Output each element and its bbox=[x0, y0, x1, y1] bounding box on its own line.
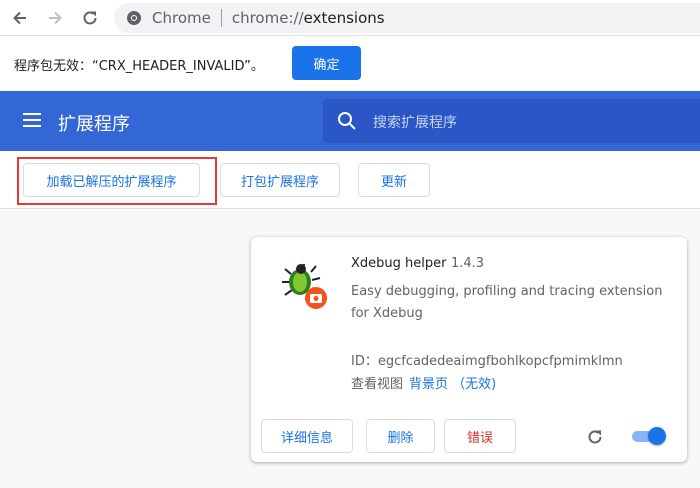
extensions-header: 扩展程序 搜索扩展程序 bbox=[0, 91, 700, 151]
back-arrow-icon bbox=[13, 11, 26, 25]
forward-arrow-icon bbox=[49, 11, 62, 25]
pack-extension-button[interactable]: 打包扩展程序 bbox=[220, 163, 340, 197]
highlight-box bbox=[17, 157, 217, 205]
url-host: extensions bbox=[303, 9, 385, 27]
reload-icon bbox=[83, 11, 97, 25]
url-scheme: chrome:// bbox=[231, 9, 304, 27]
error-message: 程序包无效：“CRX_HEADER_INVALID”。 bbox=[14, 59, 264, 74]
views-label: 查看视图 bbox=[351, 377, 404, 392]
address-separator bbox=[220, 9, 222, 27]
errors-button[interactable]: 错误 bbox=[444, 419, 516, 453]
search-placeholder: 搜索扩展程序 bbox=[373, 115, 457, 131]
extension-version: 1.4.3 bbox=[451, 256, 485, 271]
background-page-link[interactable]: 背景页 （无效) bbox=[409, 377, 496, 392]
extension-name: Xdebug helper bbox=[351, 256, 447, 271]
reload-button[interactable] bbox=[78, 6, 102, 30]
menu-icon[interactable] bbox=[23, 112, 43, 128]
search-icon bbox=[338, 112, 356, 130]
search-input[interactable]: 搜索扩展程序 bbox=[323, 99, 700, 143]
site-name: Chrome bbox=[152, 9, 211, 27]
enable-toggle[interactable] bbox=[630, 427, 666, 445]
remove-button[interactable]: 删除 bbox=[366, 419, 435, 453]
forward-button[interactable] bbox=[43, 6, 67, 30]
extension-views: 查看视图 背景页 （无效) bbox=[351, 373, 496, 392]
chrome-icon bbox=[127, 11, 141, 25]
back-button[interactable] bbox=[8, 6, 32, 30]
address-bar[interactable]: Chrome chrome://extensions bbox=[114, 3, 700, 33]
toggle-knob bbox=[648, 427, 666, 445]
browser-toolbar: Chrome chrome://extensions bbox=[0, 0, 700, 36]
update-button[interactable]: 更新 bbox=[358, 163, 430, 197]
ok-button[interactable]: 确定 bbox=[292, 46, 361, 80]
extension-description: Easy debugging, profiling and tracing ex… bbox=[351, 284, 663, 321]
details-button[interactable]: 详细信息 bbox=[261, 419, 353, 453]
xdebug-bug-icon bbox=[282, 263, 327, 309]
extension-reload-icon[interactable] bbox=[585, 427, 605, 447]
page-title: 扩展程序 bbox=[58, 114, 130, 135]
extension-id: ID：egcfcadedeaimgfbohlkopcfpmimklmn bbox=[351, 354, 623, 369]
